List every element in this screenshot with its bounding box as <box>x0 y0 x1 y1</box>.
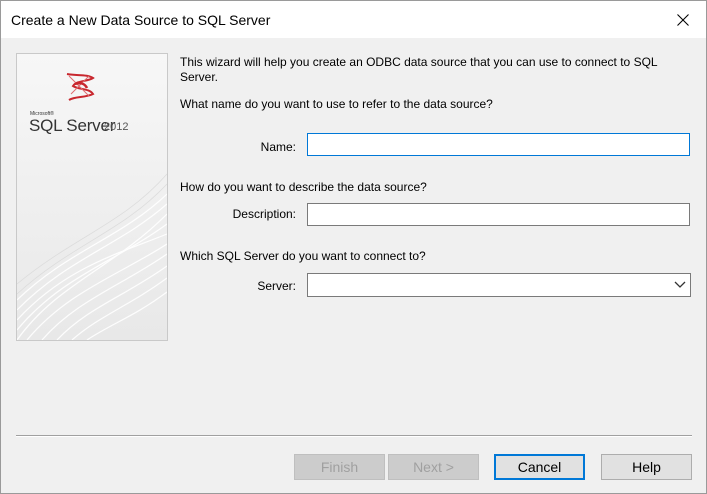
sql-server-logo-icon <box>66 73 95 101</box>
server-question: Which SQL Server do you want to connect … <box>180 249 426 263</box>
intro-text: This wizard will help you create an ODBC… <box>180 55 658 84</box>
cancel-button[interactable]: Cancel <box>494 454 585 480</box>
banner-product-name: SQL Server <box>29 116 116 135</box>
footer-separator <box>16 435 692 437</box>
chevron-down-icon[interactable] <box>674 280 686 290</box>
wizard-banner: Microsoft® SQL Server 2012 <box>16 53 168 341</box>
description-label: Description: <box>232 207 296 221</box>
banner-version: 2012 <box>104 121 129 133</box>
name-label: Name: <box>260 140 296 154</box>
description-input[interactable] <box>307 203 690 226</box>
server-value <box>312 278 662 292</box>
dialog-window: Create a New Data Source to SQL Server M… <box>0 0 707 494</box>
name-input[interactable] <box>307 133 690 156</box>
finish-button[interactable]: Finish <box>294 454 385 480</box>
server-combobox[interactable] <box>307 273 691 297</box>
server-label: Server: <box>257 279 296 293</box>
description-question: How do you want to describe the data sou… <box>180 180 427 194</box>
close-button[interactable] <box>660 1 706 38</box>
close-icon <box>677 13 689 26</box>
next-button[interactable]: Next > <box>388 454 479 480</box>
name-question: What name do you want to use to refer to… <box>180 97 493 111</box>
window-title: Create a New Data Source to SQL Server <box>11 12 271 28</box>
help-button[interactable]: Help <box>601 454 692 480</box>
title-bar: Create a New Data Source to SQL Server <box>1 1 706 38</box>
